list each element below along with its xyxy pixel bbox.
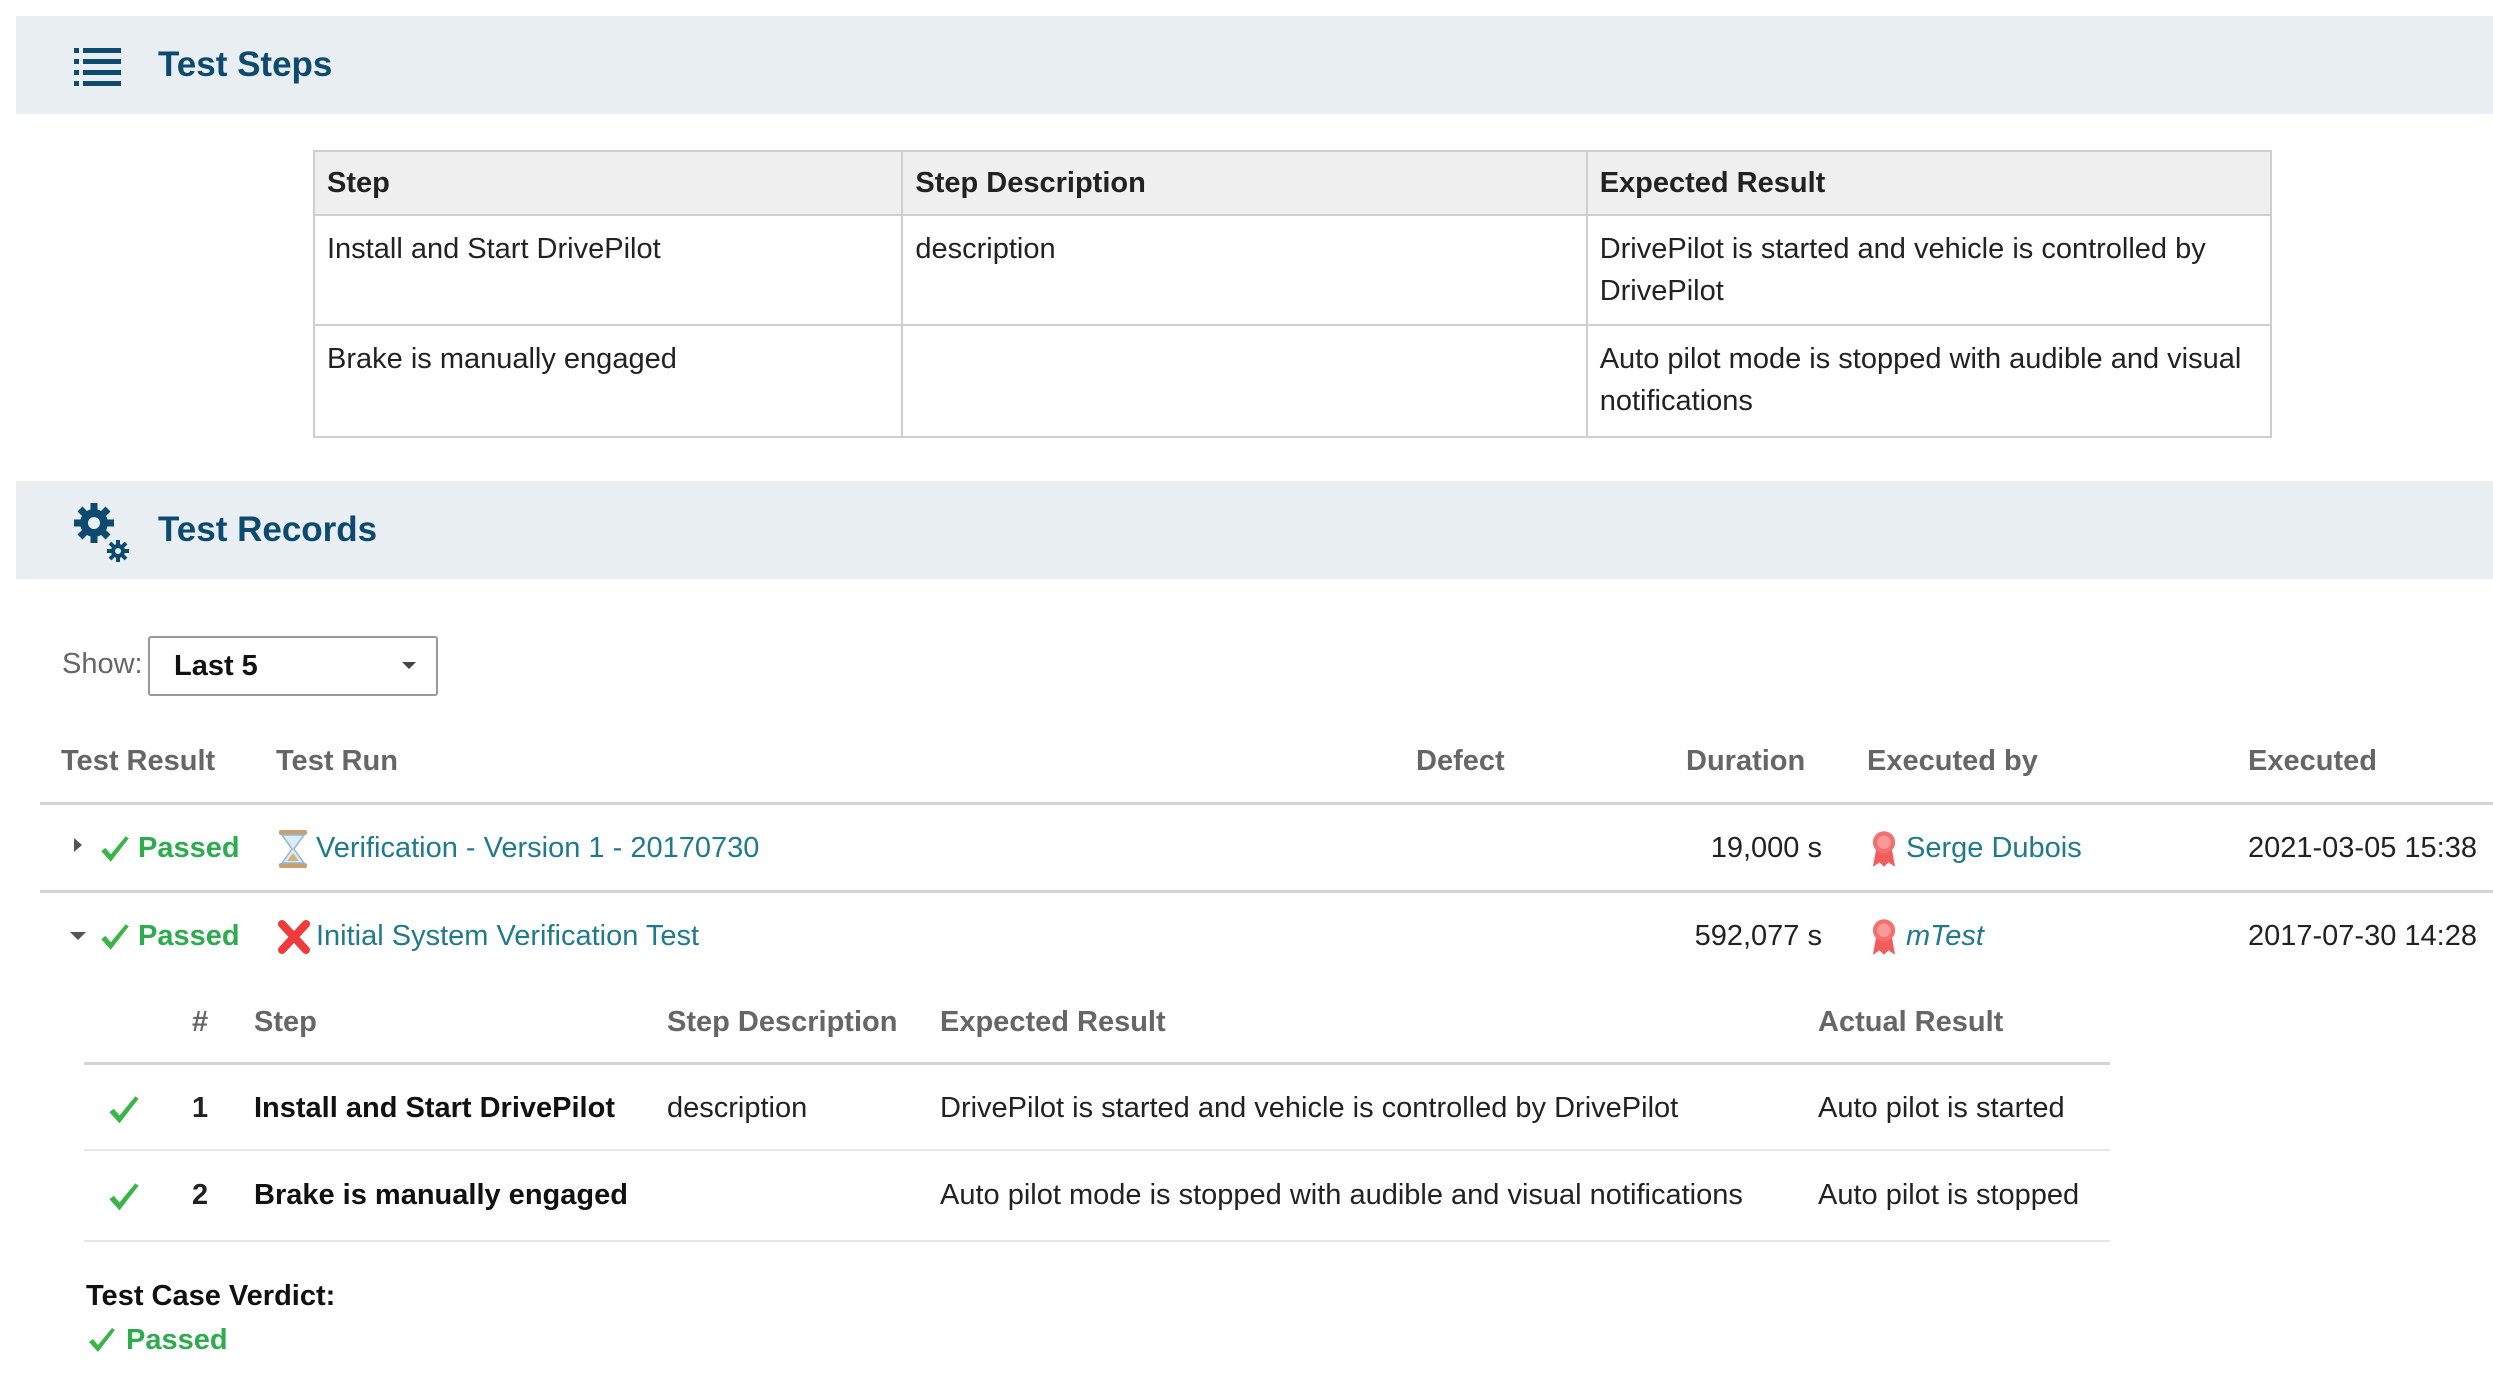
expected-cell: Auto pilot mode is stopped with audible …: [1585, 324, 2273, 438]
step-name: Install and Start DrivePilot: [254, 1092, 615, 1124]
step-expected: DrivePilot is started and vehicle is con…: [940, 1092, 1679, 1124]
expand-caret-icon[interactable]: [74, 838, 82, 852]
verdict-label: Test Case Verdict:: [86, 1280, 336, 1312]
divider: [84, 1149, 2110, 1151]
step-expected: Auto pilot mode is stopped with audible …: [940, 1179, 1743, 1211]
description-cell: description: [901, 214, 1588, 326]
column-header: Step: [312, 150, 904, 216]
column-header-test-run[interactable]: Test Run: [276, 745, 398, 778]
verdict-status: Passed: [126, 1324, 228, 1356]
gears-icon: [74, 503, 129, 562]
result-status: Passed: [138, 832, 240, 864]
column-header-executed-by[interactable]: Executed by: [1867, 745, 2038, 778]
description-cell: [901, 324, 1588, 438]
step-actual: Auto pilot is stopped: [1818, 1179, 2080, 1211]
check-icon: [98, 921, 132, 955]
result-status: Passed: [138, 920, 240, 952]
step-description: description: [667, 1092, 808, 1124]
duration: 19,000 s: [1710, 832, 1822, 864]
detail-header-actual: Actual Result: [1818, 1006, 2004, 1038]
divider: [40, 802, 2493, 805]
divider: [84, 1240, 2110, 1242]
collapse-caret-icon[interactable]: [70, 932, 86, 940]
column-header: Expected Result: [1585, 150, 2273, 216]
test-steps-header[interactable]: Test Steps: [16, 16, 2493, 114]
column-header-defect[interactable]: Defect: [1416, 745, 1505, 778]
step-cell: Install and Start DrivePilot: [312, 214, 904, 326]
check-icon: [106, 1180, 142, 1216]
red-x-icon: [278, 920, 310, 954]
executed-date: 2017-07-30 14:28: [2248, 920, 2477, 952]
executed-by-link[interactable]: mTest: [1906, 920, 1984, 953]
detail-header-expected: Expected Result: [940, 1006, 1166, 1038]
column-header: Step Description: [901, 150, 1588, 216]
detail-header-description: Step Description: [667, 1006, 898, 1038]
step-actual: Auto pilot is started: [1818, 1092, 2065, 1124]
show-dropdown-value: Last 5: [174, 650, 258, 682]
duration: 592,077 s: [1694, 920, 1822, 952]
user-ribbon-icon: [1870, 917, 1898, 957]
step-number: 2: [192, 1179, 209, 1211]
step-cell: Brake is manually engaged: [312, 324, 904, 438]
detail-header-num: #: [192, 1006, 209, 1038]
divider: [84, 1062, 2110, 1065]
expected-cell: DrivePilot is started and vehicle is con…: [1585, 214, 2273, 326]
table-row: Brake is manually engaged Auto pilot mod…: [312, 324, 2273, 438]
executed-date: 2021-03-05 15:38: [2248, 832, 2477, 864]
hourglass-icon: [279, 830, 307, 868]
test-steps-table: Step Step Description Expected Result In…: [312, 150, 2273, 438]
divider: [40, 890, 2493, 893]
check-icon: [86, 1325, 118, 1357]
test-run-link[interactable]: Initial System Verification Test: [316, 920, 699, 953]
test-records-header[interactable]: Test Records: [16, 481, 2493, 579]
table-row: Install and Start DrivePilot description…: [312, 214, 2273, 326]
chevron-down-icon: [402, 662, 416, 669]
executed-by-link[interactable]: Serge Dubois: [1906, 832, 2082, 865]
show-label: Show:: [62, 648, 143, 680]
detail-header-step: Step: [254, 1006, 317, 1038]
check-icon: [98, 833, 132, 867]
step-name: Brake is manually engaged: [254, 1179, 628, 1211]
step-number: 1: [192, 1092, 209, 1124]
list-icon: [74, 48, 121, 86]
show-dropdown[interactable]: Last 5: [148, 636, 438, 696]
test-run-link[interactable]: Verification - Version 1 - 20170730: [316, 832, 759, 865]
user-ribbon-icon: [1870, 829, 1898, 869]
section-title: Test Steps: [158, 45, 333, 84]
column-header-duration[interactable]: Duration: [1686, 745, 1805, 778]
section-title: Test Records: [158, 510, 378, 549]
column-header-executed[interactable]: Executed: [2248, 745, 2377, 778]
check-icon: [106, 1093, 142, 1129]
column-header-test-result[interactable]: Test Result: [61, 745, 215, 778]
